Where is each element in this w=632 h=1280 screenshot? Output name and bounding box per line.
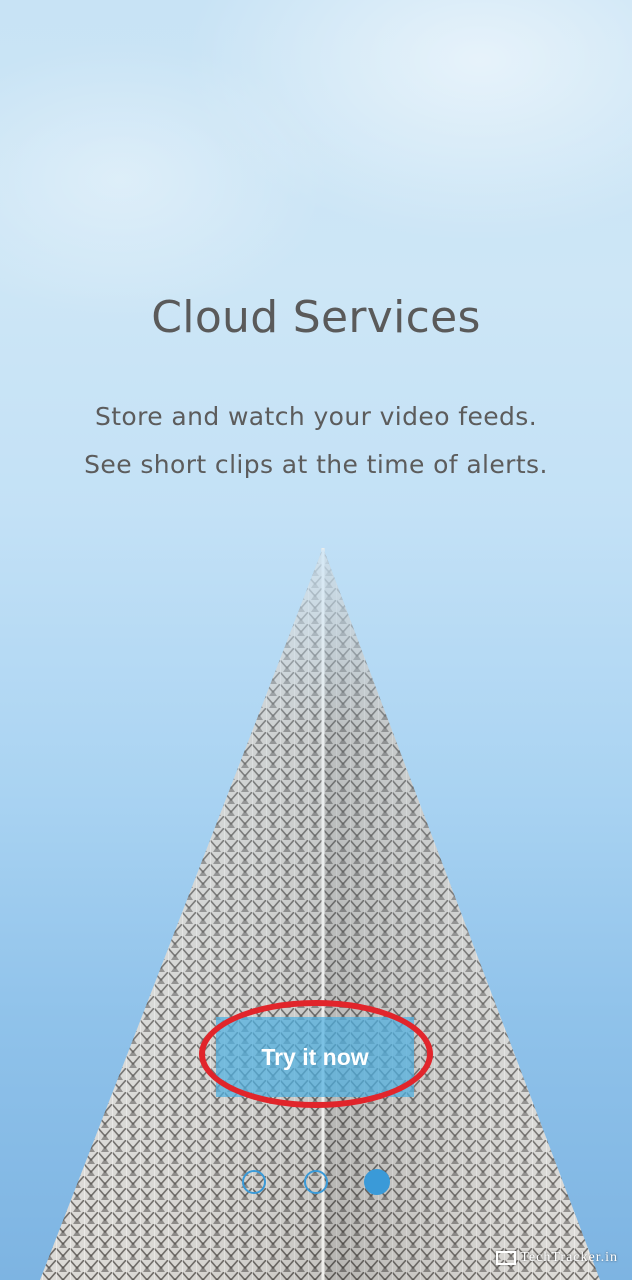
page-title: Cloud Services: [151, 292, 481, 343]
watermark: TechTracker.in: [496, 1250, 618, 1266]
onboarding-screen: Cloud Services Store and watch your vide…: [0, 0, 632, 1280]
subtitle-line-2: See short clips at the time of alerts.: [84, 450, 548, 479]
try-it-now-button[interactable]: Try it now: [216, 1017, 414, 1097]
watermark-text: TechTracker.in: [520, 1250, 618, 1265]
subtitle-line-1: Store and watch your video feeds.: [94, 402, 538, 431]
page-indicator-dot-1[interactable]: [242, 1170, 266, 1194]
page-indicator: [0, 1168, 632, 1198]
page-indicator-dot-3-active[interactable]: [364, 1169, 390, 1195]
monitor-icon: [496, 1251, 517, 1265]
page-indicator-dot-2[interactable]: [304, 1170, 328, 1194]
